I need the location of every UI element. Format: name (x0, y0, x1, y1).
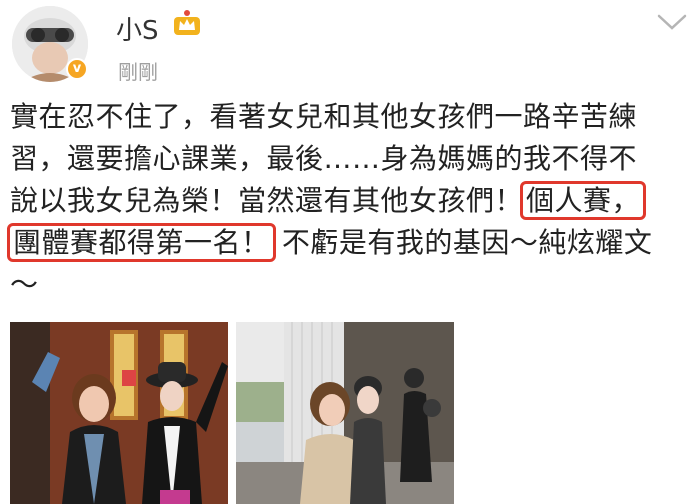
highlighted-phrase-team: 團體賽都得第一名！ (7, 223, 276, 262)
post-timestamp: 剛剛 (118, 60, 158, 84)
photo-image (10, 322, 228, 504)
chevron-down-icon[interactable] (656, 10, 688, 34)
post-line-3: 說以我女兒為榮！當然還有其他女孩們！ 個人賽， (10, 180, 700, 222)
post-text-segment: 說以我女兒為榮！當然還有其他女孩們！ (10, 184, 524, 217)
post-body: 實在忍不住了，看著女兒和其他女孩們一路辛苦練 習，還要擔心課業，最後……身為媽媽… (7, 96, 700, 306)
author-name[interactable]: 小S (116, 10, 159, 47)
post-line-5: ～ (10, 268, 39, 301)
post-text-segment: 不虧是有我的基因～純炫耀文 (272, 226, 653, 259)
post-line-4: 團體賽都得第一名！ 不虧是有我的基因～純炫耀文 (7, 222, 700, 264)
post-photo-2[interactable] (236, 322, 454, 504)
highlighted-phrase-individual: 個人賽， (520, 181, 647, 220)
post-line-2: 習，還要擔心課業，最後……身為媽媽的我不得不 (10, 142, 638, 175)
photo-image (236, 322, 454, 504)
post-photo-1[interactable] (10, 322, 228, 504)
post-header: v 小S 剛剛 (0, 0, 700, 100)
verified-badge-icon: v (66, 58, 88, 80)
crown-icon[interactable] (172, 9, 202, 39)
post-line-1: 實在忍不住了，看著女兒和其他女孩們一路辛苦練 (10, 100, 638, 133)
